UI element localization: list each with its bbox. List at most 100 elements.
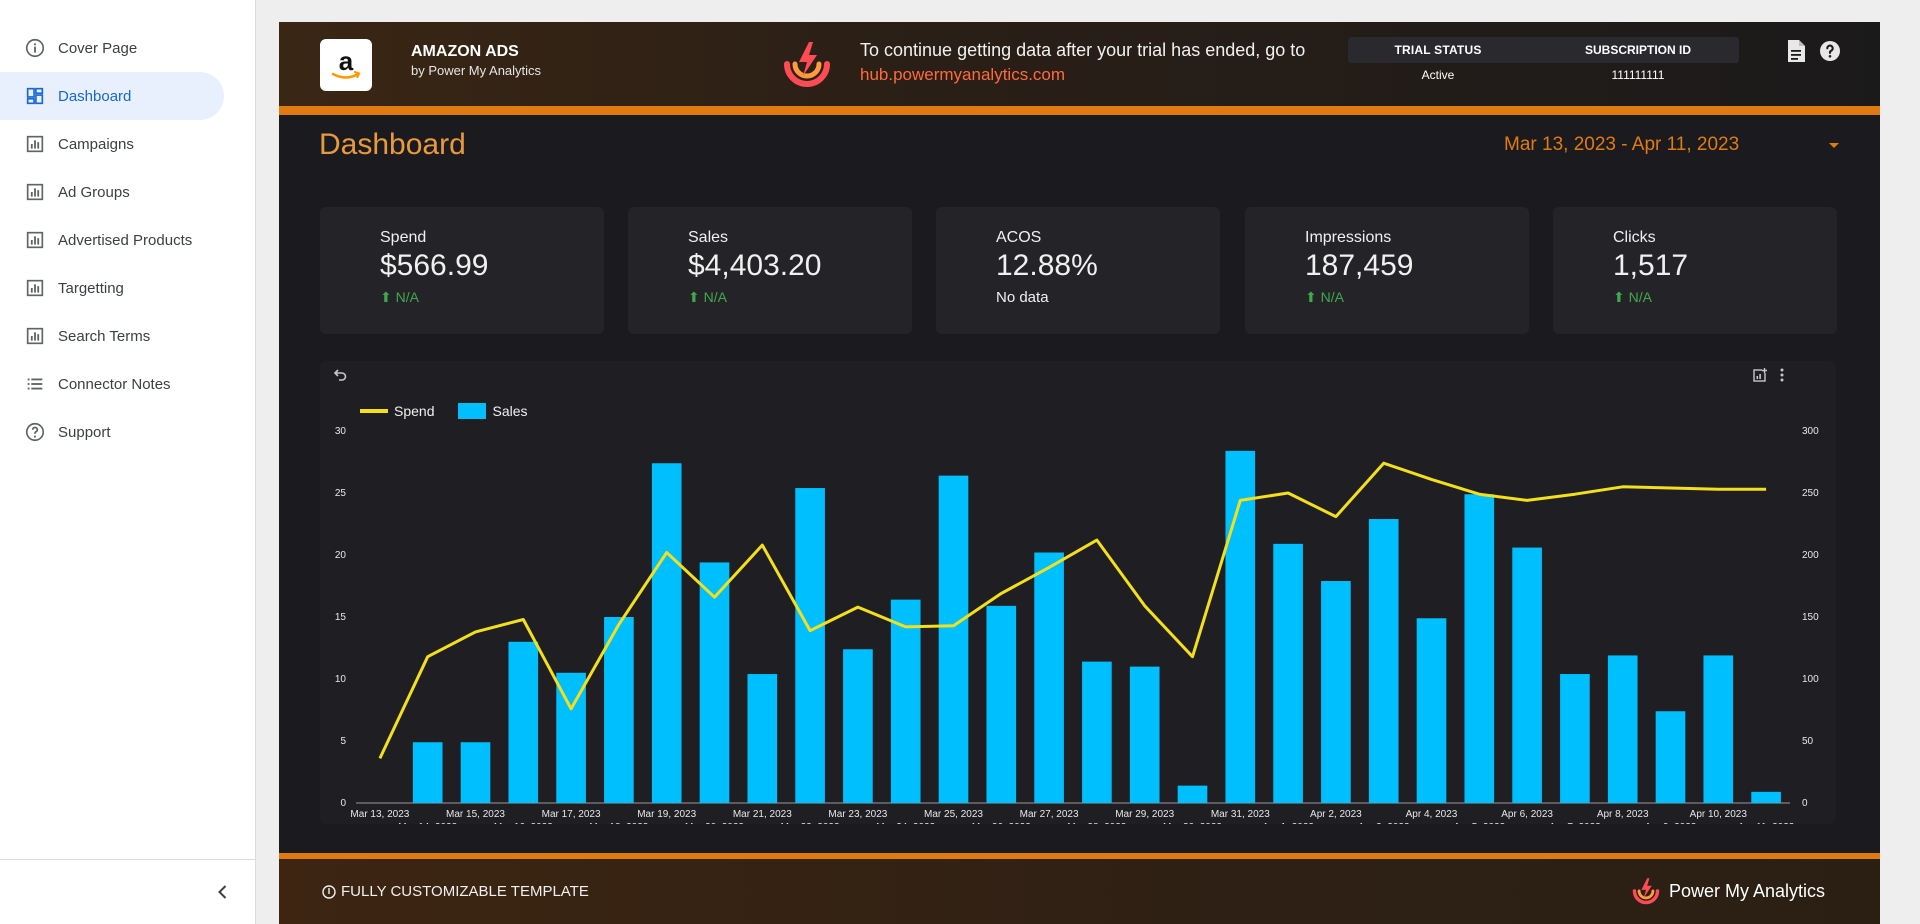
- kpi-value: 1,517: [1613, 249, 1689, 282]
- sidebar-item-advertised-products[interactable]: Advertised Products: [0, 216, 224, 264]
- bar-sales: [795, 488, 825, 803]
- x-tick-label: Apr 4, 2023: [1406, 809, 1458, 820]
- sidebar-item-ad-groups[interactable]: Ad Groups: [0, 168, 224, 216]
- bar-sales: [1321, 581, 1351, 803]
- sidebar-item-label: Ad Groups: [58, 183, 130, 201]
- x-tick-label: Mar 27, 2023: [1020, 809, 1079, 820]
- x-tick-label: Mar 24, 2023: [876, 822, 935, 824]
- bar-sales: [508, 641, 539, 803]
- bar-sales: [747, 674, 778, 803]
- x-tick-label: Apr 3, 2023: [1358, 822, 1410, 824]
- footer-brand-name: Power My Analytics: [1669, 880, 1826, 901]
- sidebar-item-label: Support: [58, 423, 111, 441]
- bar-sales: [1512, 547, 1542, 803]
- footer-brand[interactable]: Power My Analytics: [1629, 876, 1825, 906]
- y-left-tick-label: 0: [340, 798, 346, 809]
- bar-sales: [986, 605, 1017, 803]
- x-tick-label: Apr 9, 2023: [1645, 822, 1697, 824]
- bar-sales: [1034, 552, 1064, 803]
- x-tick-label: Mar 18, 2023: [589, 822, 648, 824]
- x-tick-label: Mar 31, 2023: [1211, 809, 1270, 820]
- sidebar-item-dashboard[interactable]: Dashboard: [0, 72, 224, 120]
- date-range-picker[interactable]: Mar 13, 2023 - Apr 11, 2023: [1504, 134, 1739, 156]
- amazon-logo-icon: a: [331, 46, 361, 79]
- bar-sales: [1560, 674, 1590, 803]
- info-icon: [25, 38, 45, 58]
- bar-sales: [1273, 543, 1303, 803]
- kpi-value: 12.88%: [996, 249, 1098, 282]
- x-tick-label: Mar 14, 2023: [398, 822, 457, 824]
- kpi-delta: ⬆ N/A: [1613, 289, 1652, 305]
- kpi-label: Impressions: [1305, 229, 1392, 246]
- x-tick-label: Apr 7, 2023: [1549, 822, 1601, 824]
- x-tick-label: Mar 22, 2023: [781, 822, 840, 824]
- document-icon[interactable]: [1785, 39, 1807, 63]
- bar-sales: [843, 649, 873, 803]
- trial-status-value: Active: [1421, 68, 1455, 82]
- dashboard-icon: [26, 87, 44, 105]
- x-tick-label: Apr 10, 2023: [1690, 809, 1748, 820]
- chevron-left-icon[interactable]: [211, 880, 235, 904]
- kpi-card-acos: ACOS 12.88% No data: [936, 207, 1220, 334]
- power-my-analytics-logo-icon: [1632, 878, 1660, 905]
- brand-subtitle: by Power My Analytics: [411, 63, 542, 78]
- status-header-bar: TRIAL STATUS SUBSCRIPTION ID: [1348, 37, 1739, 63]
- y-right-tick-label: 250: [1802, 488, 1819, 499]
- sidebar-item-support[interactable]: Support: [0, 408, 224, 456]
- report-icon: [26, 231, 44, 249]
- x-tick-label: Mar 25, 2023: [924, 809, 983, 820]
- sidebar-item-cover-page[interactable]: Cover Page: [0, 24, 224, 72]
- footer-text: FULLY CUSTOMIZABLE TEMPLATE: [341, 883, 589, 900]
- hub-link[interactable]: hub.powermyanalytics.com: [860, 65, 1065, 85]
- y-right-tick-label: 100: [1802, 674, 1819, 685]
- kpi-card-sales: Sales $4,403.20 ⬆ N/A: [628, 207, 912, 334]
- report-footer: FULLY CUSTOMIZABLE TEMPLATE Power My Ana…: [279, 859, 1880, 924]
- x-tick-label: Apr 6, 2023: [1501, 809, 1553, 820]
- report-canvas: a AMAZON ADS by Power My Analytics To co…: [279, 22, 1880, 924]
- bar-sales: [1464, 494, 1495, 803]
- y-right-tick-label: 300: [1802, 426, 1819, 437]
- x-tick-label: Apr 2, 2023: [1310, 809, 1362, 820]
- y-left-tick-label: 10: [335, 674, 347, 685]
- help-icon[interactable]: [1818, 39, 1842, 63]
- sidebar-item-campaigns[interactable]: Campaigns: [0, 120, 224, 168]
- x-tick-label: Mar 15, 2023: [446, 809, 505, 820]
- kpi-card-spend: Spend $566.99 ⬆ N/A: [320, 207, 604, 334]
- y-left-tick-label: 5: [340, 736, 346, 747]
- bar-sales: [412, 742, 443, 803]
- report-icon: [26, 183, 44, 201]
- list-icon: [27, 378, 43, 390]
- page-title: Dashboard: [319, 128, 466, 161]
- x-tick-label: Mar 29, 2023: [1115, 809, 1174, 820]
- y-left-tick-label: 25: [335, 488, 347, 499]
- brand-title: AMAZON ADS: [411, 43, 519, 60]
- x-tick-label: Apr 8, 2023: [1597, 809, 1649, 820]
- report-icon: [26, 135, 44, 153]
- kpi-label: Sales: [688, 229, 729, 246]
- sidebar-item-label: Advertised Products: [58, 231, 193, 249]
- sidebar-footer: [0, 859, 255, 924]
- bar-sales: [1129, 666, 1160, 803]
- sidebar-item-label: Campaigns: [58, 135, 134, 153]
- bar-sales: [651, 463, 682, 803]
- kpi-delta: ⬆ N/A: [1305, 289, 1344, 305]
- caret-down-icon[interactable]: [1829, 143, 1839, 148]
- chart-svg: 051015202530050100150200250300Mar 13, 20…: [335, 426, 1819, 824]
- bar-sales: [938, 475, 969, 803]
- arrow-up-icon: ⬆: [1305, 289, 1317, 305]
- report-header: a AMAZON ADS by Power My Analytics To co…: [279, 22, 1880, 106]
- x-tick-label: Mar 23, 2023: [828, 809, 887, 820]
- sidebar-item-search-terms[interactable]: Search Terms: [0, 312, 224, 360]
- x-tick-label: Mar 21, 2023: [733, 809, 792, 820]
- y-left-tick-label: 15: [335, 612, 347, 623]
- spend-sales-chart: Spend Sales 0 5 10 15 20 25 30 0 50 100 150 200 250 3…: [320, 361, 1836, 824]
- sidebar-item-connector-notes[interactable]: Connector Notes: [0, 360, 224, 408]
- kpi-label: Clicks: [1613, 229, 1656, 246]
- kpi-delta: No data: [996, 289, 1049, 306]
- sidebar-item-targetting[interactable]: Targetting: [0, 264, 224, 312]
- sidebar-item-label: Search Terms: [58, 327, 151, 345]
- header-divider: [279, 106, 1880, 115]
- kpi-value: $4,403.20: [688, 249, 822, 282]
- report-icon: [26, 327, 44, 345]
- x-tick-label: Apr 5, 2023: [1453, 822, 1505, 824]
